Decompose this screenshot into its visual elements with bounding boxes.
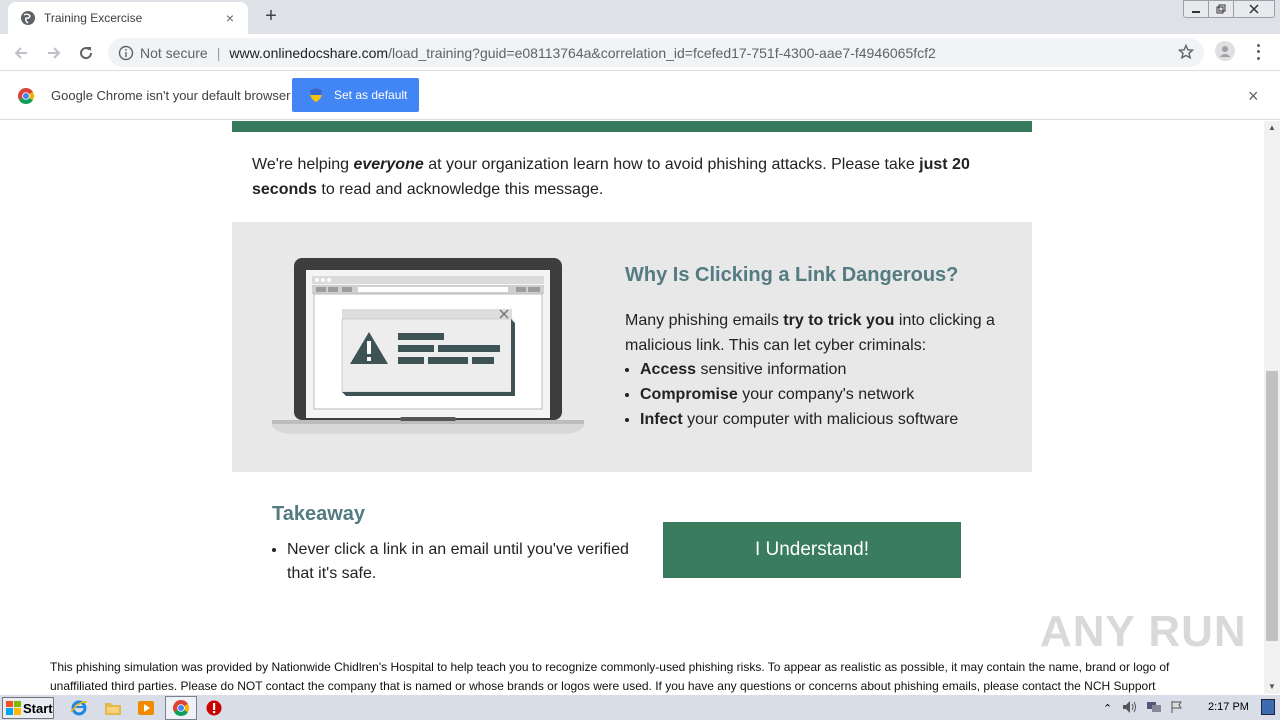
bookmark-star-icon[interactable]: [1177, 43, 1195, 63]
set-as-default-button[interactable]: Set as default: [292, 78, 419, 112]
omnibox-divider: |: [216, 44, 221, 61]
window-close-button[interactable]: [1233, 0, 1275, 18]
browser-toolbar: Not secure | www.onlinedocshare.com/load…: [0, 34, 1280, 71]
list-item: Never click a link in an email until you…: [287, 538, 632, 586]
takeaway-list: Never click a link in an email until you…: [287, 538, 632, 586]
page-viewport: We're helping everyone at your organizat…: [0, 121, 1264, 694]
page-scrollbar[interactable]: ▲ ▼: [1264, 121, 1280, 694]
file-explorer-icon[interactable]: [103, 698, 123, 718]
list-item: Access sensitive information: [640, 357, 958, 382]
taskbar-clock[interactable]: 2:17 PM: [1208, 701, 1249, 713]
arrow-right-icon: [48, 47, 61, 59]
window-minimize-button[interactable]: [1183, 0, 1209, 18]
system-tray: ⌃: [1103, 698, 1184, 718]
show-desktop-button[interactable]: [1261, 699, 1275, 715]
takeaway-heading: Takeaway: [272, 503, 366, 525]
list-item: Compromise your company's network: [640, 382, 958, 407]
close-icon: [1249, 4, 1259, 14]
scroll-thumb[interactable]: [1266, 371, 1278, 641]
volume-icon[interactable]: [1122, 700, 1138, 717]
tab-strip: Training Excercise × +: [0, 0, 1280, 34]
internet-explorer-icon[interactable]: [69, 698, 89, 718]
url-host: www.onlinedocshare.com: [229, 44, 389, 61]
restore-icon: [1216, 4, 1226, 14]
laptop-warning-illustration: [268, 254, 588, 439]
start-label: Start: [23, 700, 53, 716]
infobar-close-icon[interactable]: ×: [1248, 86, 1259, 107]
info-icon[interactable]: [118, 45, 134, 61]
address-bar[interactable]: Not secure | www.onlinedocshare.com/load…: [108, 38, 1204, 67]
media-player-icon[interactable]: [136, 698, 156, 718]
infobar-message: Google Chrome isn't your default browser: [51, 88, 291, 103]
security-label: Not secure: [140, 44, 208, 61]
header-banner-bottom: [232, 121, 1032, 132]
scroll-down-icon[interactable]: ▼: [1264, 680, 1280, 694]
info-panel: Why Is Clicking a Link Dangerous? Many p…: [232, 222, 1032, 472]
windows-logo-icon: [6, 701, 21, 715]
security-app-icon[interactable]: [204, 698, 224, 718]
list-item: Infect your computer with malicious soft…: [640, 407, 958, 432]
i-understand-button[interactable]: I Understand!: [663, 522, 961, 578]
tray-expand-icon[interactable]: ⌃: [1103, 702, 1112, 715]
windows-taskbar: Start ⌃ 2:17 PM: [0, 694, 1280, 720]
intro-paragraph: We're helping everyone at your organizat…: [252, 156, 970, 198]
minimize-icon: [1192, 11, 1200, 13]
risk-list: Access sensitive information Compromise …: [640, 357, 958, 432]
why-paragraph: Many phishing emails try to trick you in…: [625, 312, 995, 354]
browser-menu-icon[interactable]: [1251, 42, 1265, 62]
anyrun-watermark: ANY RUN: [1040, 607, 1247, 656]
chrome-logo-icon: [17, 87, 35, 105]
profile-avatar-icon[interactable]: [1215, 41, 1235, 61]
window-restore-button[interactable]: [1208, 0, 1234, 18]
action-center-flag-icon[interactable]: [1170, 700, 1184, 717]
url-path: /load_training?guid=e08113764a&correlati…: [388, 44, 936, 61]
back-button[interactable]: [10, 42, 32, 64]
footer-disclaimer: This phishing simulation was provided by…: [50, 660, 1170, 693]
start-button[interactable]: Start: [2, 697, 54, 719]
chrome-taskbar-icon[interactable]: [171, 698, 191, 718]
set-as-default-label: Set as default: [334, 88, 408, 102]
tab-title: Training Excercise: [44, 11, 143, 25]
uac-shield-icon: [308, 87, 324, 103]
network-icon[interactable]: [1146, 700, 1162, 717]
globe-icon: [20, 10, 36, 26]
forward-button[interactable]: [43, 42, 65, 64]
reload-button[interactable]: [75, 42, 97, 64]
reload-icon: [80, 47, 93, 60]
arrow-left-icon: [14, 47, 27, 59]
default-browser-infobar: Google Chrome isn't your default browser…: [0, 72, 1280, 120]
scroll-up-icon[interactable]: ▲: [1264, 121, 1280, 135]
why-heading: Why Is Clicking a Link Dangerous?: [625, 264, 959, 286]
tab-close-icon[interactable]: ×: [222, 10, 238, 26]
browser-tab[interactable]: Training Excercise ×: [8, 2, 248, 34]
new-tab-button[interactable]: +: [260, 5, 282, 27]
